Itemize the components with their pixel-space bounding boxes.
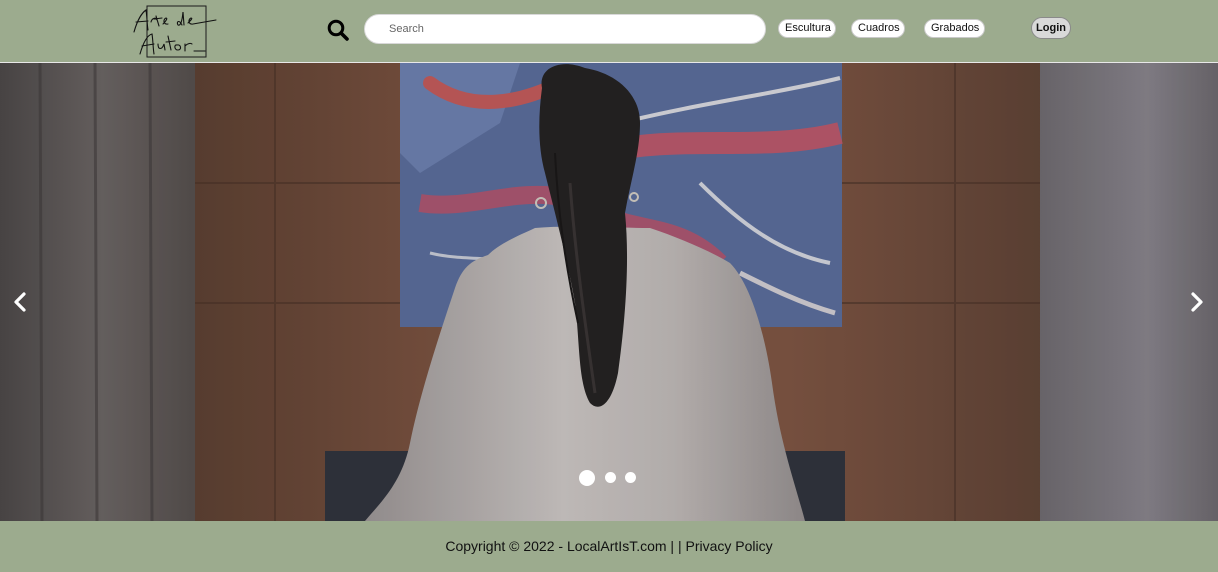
chevron-right-icon [1191,292,1203,312]
carousel-indicator-3[interactable] [625,472,636,483]
carousel-next-button[interactable] [1184,290,1208,314]
nav-escultura-button[interactable]: Escultura [778,19,836,38]
login-button[interactable]: Login [1031,17,1071,39]
footer-text: Copyright © 2022 - LocalArtIsT.com | | P… [0,538,1218,554]
chevron-left-icon [14,292,26,312]
site-logo[interactable] [130,4,220,60]
carousel-indicator-2[interactable] [605,472,616,483]
nav-cuadros-button[interactable]: Cuadros [851,19,905,38]
search-input[interactable] [364,14,766,44]
hero-slide-image [0,63,1218,521]
nav-grabados-button[interactable]: Grabados [924,19,985,38]
footer-separator: | | [666,538,686,554]
site-link[interactable]: LocalArtIsT.com [567,538,667,554]
hero-carousel [0,63,1218,521]
search-icon[interactable] [326,18,350,42]
carousel-prev-button[interactable] [9,290,33,314]
site-footer: Copyright © 2022 - LocalArtIsT.com | | P… [0,521,1218,572]
copyright-text: Copyright © 2022 - [445,538,567,554]
carousel-indicators [576,468,646,488]
carousel-indicator-1[interactable] [579,470,595,486]
site-header: Escultura Cuadros Grabados Login [0,0,1218,63]
privacy-policy-link[interactable]: Privacy Policy [686,538,773,554]
